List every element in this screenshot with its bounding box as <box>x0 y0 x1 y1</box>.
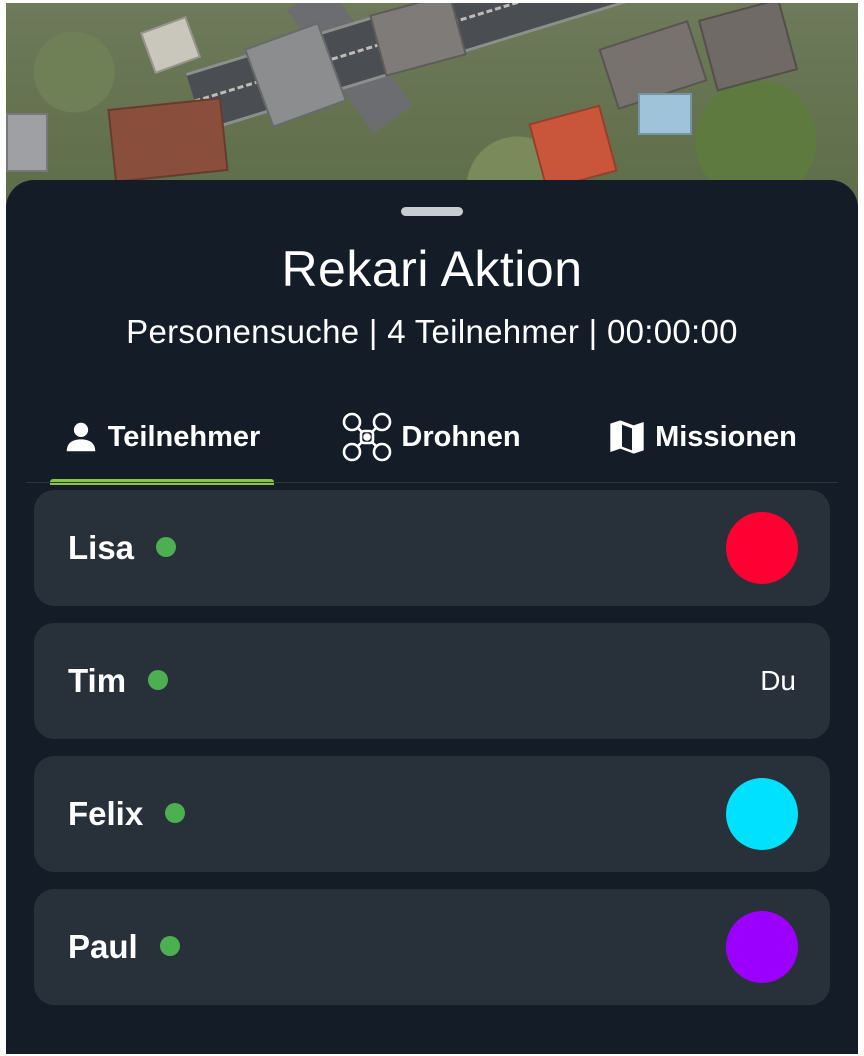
mission-subtitle: Personensuche | 4 Teilnehmer | 00:00:00 <box>126 313 738 350</box>
participant-name: Paul <box>68 928 138 965</box>
participant-row[interactable]: Felix <box>34 756 830 872</box>
participant-color-swatch[interactable] <box>726 512 798 584</box>
participant-name-wrap: Paul <box>68 889 180 1005</box>
map-building <box>107 97 229 183</box>
map-building <box>6 113 48 172</box>
participant-row[interactable]: Tim Du <box>34 623 830 739</box>
tab-label: Drohnen <box>401 420 521 453</box>
map-building <box>139 15 202 75</box>
map-building <box>528 104 618 191</box>
participant-name: Felix <box>68 795 144 832</box>
online-status-dot <box>148 670 169 691</box>
map-building <box>638 93 692 135</box>
participant-color-swatch[interactable] <box>726 911 798 983</box>
participant-row[interactable]: Lisa <box>34 490 830 606</box>
online-status-dot <box>159 936 180 957</box>
participant-color-swatch[interactable] <box>726 778 798 850</box>
map-building <box>369 3 467 77</box>
tab-participants[interactable]: Teilnehmer <box>26 392 296 485</box>
participant-name-wrap: Felix <box>68 756 186 872</box>
map-building <box>697 3 799 92</box>
participant-name: Tim <box>68 662 127 699</box>
participant-name-wrap: Lisa <box>68 490 177 606</box>
map-icon <box>607 417 647 457</box>
person-icon <box>62 418 100 456</box>
mission-bottom-sheet: Rekari Aktion Personensuche | 4 Teilnehm… <box>6 180 858 1054</box>
participant-list: Lisa Tim Du Felix Paul <box>34 490 830 1022</box>
tab-label: Teilnehmer <box>107 420 261 453</box>
tab-label: Missionen <box>655 420 797 453</box>
tabs-divider <box>26 482 838 483</box>
drone-icon <box>341 411 393 463</box>
tab-missions[interactable]: Missionen <box>566 392 838 482</box>
participant-row[interactable]: Paul <box>34 889 830 1005</box>
online-status-dot <box>165 803 186 824</box>
mission-title: Rekari Aktion <box>281 241 583 297</box>
participant-name-wrap: Tim <box>68 623 169 739</box>
drag-handle[interactable] <box>401 207 463 216</box>
app-frame: Rekari Aktion Personensuche | 4 Teilnehm… <box>6 3 858 1054</box>
participant-name: Lisa <box>68 529 135 566</box>
tab-drones[interactable]: Drohnen <box>296 392 566 482</box>
online-status-dot <box>156 537 177 558</box>
self-label: Du <box>760 665 796 696</box>
tab-bar: Teilnehmer Drohnen Missionen <box>26 392 838 485</box>
